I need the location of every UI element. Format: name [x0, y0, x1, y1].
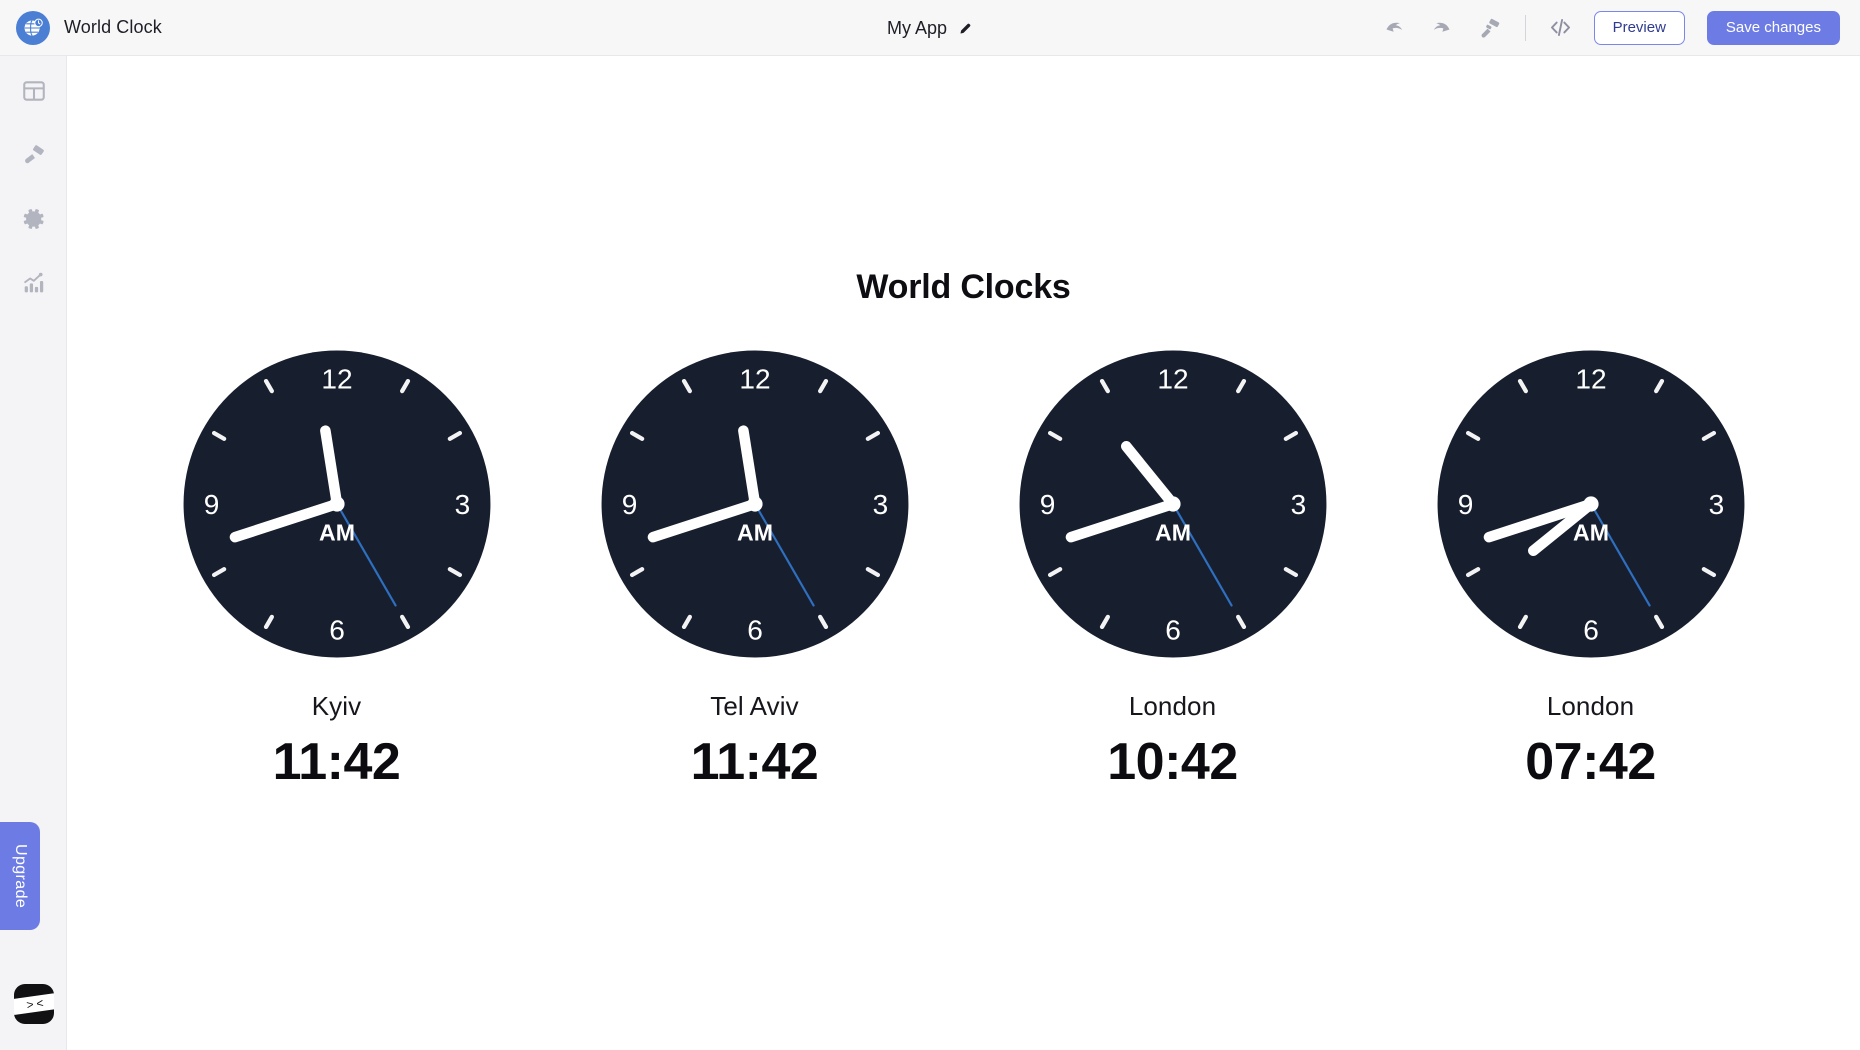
city-name: Kyiv [311, 691, 362, 721]
clock-face: 12 3 6 9 AM [1437, 350, 1744, 658]
clock-numeral: 3 [872, 489, 888, 520]
city-name: London [1546, 691, 1635, 721]
sidebar-item-analytics[interactable] [0, 253, 67, 317]
clock-face: 12 3 6 9 AM [183, 350, 490, 658]
clock-face: 12 3 6 9 AM [1019, 350, 1326, 658]
clock-numeral: 12 [1157, 364, 1188, 395]
preview-button[interactable]: Preview [1593, 10, 1685, 45]
top-bar: World Clock My App Preview Save changes [0, 0, 1860, 56]
save-changes-button[interactable]: Save changes [1706, 10, 1840, 45]
clock-numeral: 9 [1457, 489, 1473, 520]
clock-card: 12 3 6 9 AM Kyiv 11:42 [172, 339, 502, 792]
meridiem-label: AM [1573, 519, 1609, 545]
clock-numeral: 9 [1039, 489, 1055, 520]
clock-numeral: 12 [321, 364, 352, 395]
sidebar-item-settings[interactable] [0, 189, 67, 253]
brand: World Clock [0, 10, 420, 45]
sidebar-items [0, 56, 66, 317]
left-sidebar: Upgrade > < [0, 56, 67, 1050]
clock-numeral: 9 [621, 489, 637, 520]
mascot-eye-right: < [35, 995, 45, 1011]
page-title: World Clocks [856, 268, 1071, 306]
meridiem-label: AM [319, 519, 355, 545]
city-name: Tel Aviv [710, 691, 799, 721]
sidebar-item-layout[interactable] [0, 61, 67, 125]
meridiem-label: AM [1155, 519, 1191, 545]
meridiem-label: AM [737, 519, 773, 545]
code-brackets-icon[interactable] [1546, 13, 1576, 43]
app-canvas: World Clocks 12 3 6 9 AM Kyiv 11:42 12 3 6 9 AM Tel … [67, 56, 1860, 1050]
city-name: London [1128, 691, 1217, 721]
clock-numeral: 6 [747, 614, 763, 645]
redo-arrow-icon[interactable] [1427, 13, 1457, 43]
gear-icon [21, 206, 47, 237]
globe-clock-logo-icon [16, 10, 50, 45]
mascot-eye-left: > [25, 997, 35, 1013]
analytics-chart-icon [21, 270, 47, 301]
city-time: 11:42 [272, 733, 401, 791]
toolbar-actions: Preview Save changes [1379, 10, 1860, 45]
toolbar-divider [1524, 14, 1526, 41]
clock-numeral: 9 [203, 489, 219, 520]
clock-numeral: 3 [454, 489, 470, 520]
paint-roller-icon[interactable] [1475, 13, 1505, 43]
clock-card: 12 3 6 9 AM London 10:42 [1008, 339, 1338, 792]
sidebar-item-theme[interactable] [0, 125, 67, 189]
undo-arrow-icon[interactable] [1379, 13, 1409, 43]
city-time: 10:42 [1107, 733, 1238, 791]
clock-numeral: 6 [329, 614, 345, 645]
clock-card: 12 3 6 9 AM Tel Aviv 11:42 [590, 339, 920, 792]
app-title[interactable]: My App [887, 18, 947, 39]
clock-face: 12 3 6 9 AM [601, 350, 908, 658]
layout-grid-icon [21, 78, 47, 109]
brand-name: World Clock [64, 17, 162, 37]
paint-brush-icon [21, 142, 47, 173]
ninja-mascot-icon[interactable]: > < [14, 984, 54, 1024]
upgrade-button[interactable]: Upgrade [0, 822, 40, 930]
clock-numeral: 12 [739, 364, 770, 395]
city-time: 11:42 [690, 733, 819, 791]
clock-numeral: 6 [1165, 614, 1181, 645]
clock-numeral: 3 [1290, 489, 1306, 520]
clock-row: 12 3 6 9 AM Kyiv 11:42 12 3 6 9 AM Tel Aviv 11:42 12 3 6… [67, 339, 1860, 792]
upgrade-label: Upgrade [12, 843, 29, 909]
pencil-icon[interactable] [958, 21, 973, 36]
mascot-face-band: > < [14, 992, 54, 1016]
clock-card: 12 3 6 9 AM London 07:42 [1426, 339, 1756, 792]
clock-numeral: 3 [1708, 489, 1724, 520]
city-time: 07:42 [1525, 733, 1656, 791]
clock-numeral: 12 [1575, 364, 1606, 395]
clock-numeral: 6 [1583, 614, 1599, 645]
